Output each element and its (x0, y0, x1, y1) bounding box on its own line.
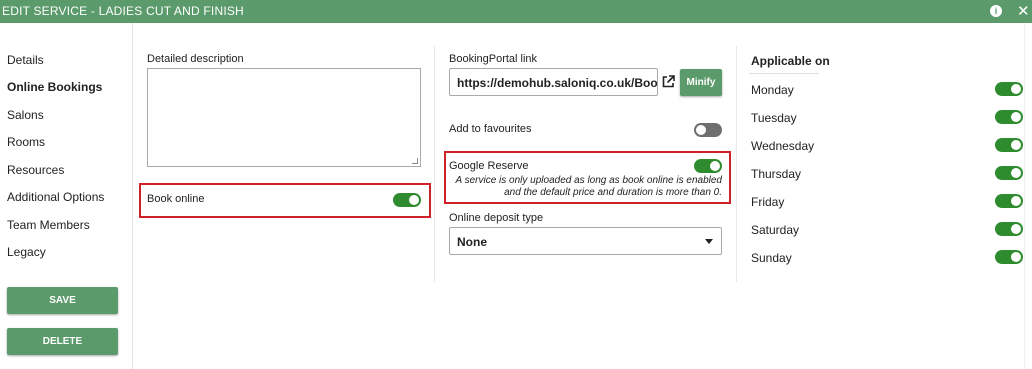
day-toggle-monday[interactable] (995, 82, 1023, 96)
info-icon[interactable]: i (990, 5, 1002, 17)
applicable-on-title: Applicable on (751, 54, 830, 68)
google-reserve-note-line1: A service is only uploaded as long as bo… (455, 175, 722, 186)
toggle-knob (696, 125, 706, 135)
day-label-sunday: Sunday (751, 251, 792, 265)
sidebar: Details Online Bookings Salons Rooms Res… (0, 23, 133, 369)
column-divider (434, 46, 435, 282)
toggle-knob (1011, 196, 1021, 206)
sidebar-item-online-bookings[interactable]: Online Bookings (7, 80, 102, 94)
day-toggle-friday[interactable] (995, 194, 1023, 208)
deposit-type-value: None (457, 235, 487, 249)
resize-grip-icon[interactable] (412, 158, 418, 164)
day-label-thursday: Thursday (751, 167, 802, 181)
column-divider (736, 46, 737, 282)
toggle-knob (409, 195, 419, 205)
close-icon[interactable]: ✕ (1017, 2, 1030, 20)
day-label-monday: Monday (751, 83, 794, 97)
sidebar-item-salons[interactable]: Salons (7, 108, 44, 122)
toggle-knob (1011, 252, 1021, 262)
day-toggle-wednesday[interactable] (995, 138, 1023, 152)
day-toggle-saturday[interactable] (995, 222, 1023, 236)
sidebar-item-rooms[interactable]: Rooms (7, 135, 45, 149)
google-reserve-note-line2: and the default price and duration is mo… (504, 187, 722, 198)
day-toggle-thursday[interactable] (995, 166, 1023, 180)
favourites-toggle[interactable] (694, 123, 722, 137)
day-label-tuesday: Tuesday (751, 111, 797, 125)
external-link-icon[interactable] (662, 75, 675, 88)
favourites-label: Add to favourites (449, 123, 532, 135)
sidebar-item-team-members[interactable]: Team Members (7, 218, 90, 232)
toggle-knob (1011, 224, 1021, 234)
dialog-title: EDIT SERVICE - LADIES CUT AND FINISH (2, 4, 244, 18)
deposit-type-select[interactable]: None (449, 227, 722, 255)
sidebar-item-additional-options[interactable]: Additional Options (7, 190, 104, 204)
description-textarea[interactable] (147, 68, 421, 167)
chevron-down-icon (705, 239, 713, 244)
booking-portal-label: BookingPortal link (449, 53, 538, 65)
google-reserve-toggle[interactable] (694, 159, 722, 173)
delete-button[interactable]: DELETE (7, 328, 118, 355)
book-online-label: Book online (147, 193, 205, 205)
day-toggle-sunday[interactable] (995, 250, 1023, 264)
day-label-saturday: Saturday (751, 223, 800, 237)
sidebar-item-legacy[interactable]: Legacy (7, 245, 46, 259)
sidebar-item-details[interactable]: Details (7, 53, 44, 67)
minify-button[interactable]: Minify (680, 69, 722, 96)
book-online-toggle[interactable] (393, 193, 421, 207)
applicable-underline (749, 73, 819, 74)
sidebar-item-resources[interactable]: Resources (7, 163, 64, 177)
title-bar: EDIT SERVICE - LADIES CUT AND FINISH i ✕ (0, 0, 1032, 23)
toggle-knob (1011, 168, 1021, 178)
toggle-knob (1011, 140, 1021, 150)
toggle-knob (1011, 112, 1021, 122)
day-toggle-tuesday[interactable] (995, 110, 1023, 124)
description-label: Detailed description (147, 53, 244, 65)
google-reserve-label: Google Reserve (449, 160, 529, 172)
booking-portal-input[interactable]: https://demohub.saloniq.co.uk/Bookin (449, 68, 658, 96)
deposit-type-label: Online deposit type (449, 212, 544, 224)
right-edge (1024, 23, 1025, 369)
google-reserve-note: A service is only uploaded as long as bo… (452, 175, 722, 199)
day-label-friday: Friday (751, 195, 785, 209)
toggle-knob (710, 161, 720, 171)
day-label-wednesday: Wednesday (751, 139, 815, 153)
save-button[interactable]: SAVE (7, 287, 118, 314)
toggle-knob (1011, 84, 1021, 94)
